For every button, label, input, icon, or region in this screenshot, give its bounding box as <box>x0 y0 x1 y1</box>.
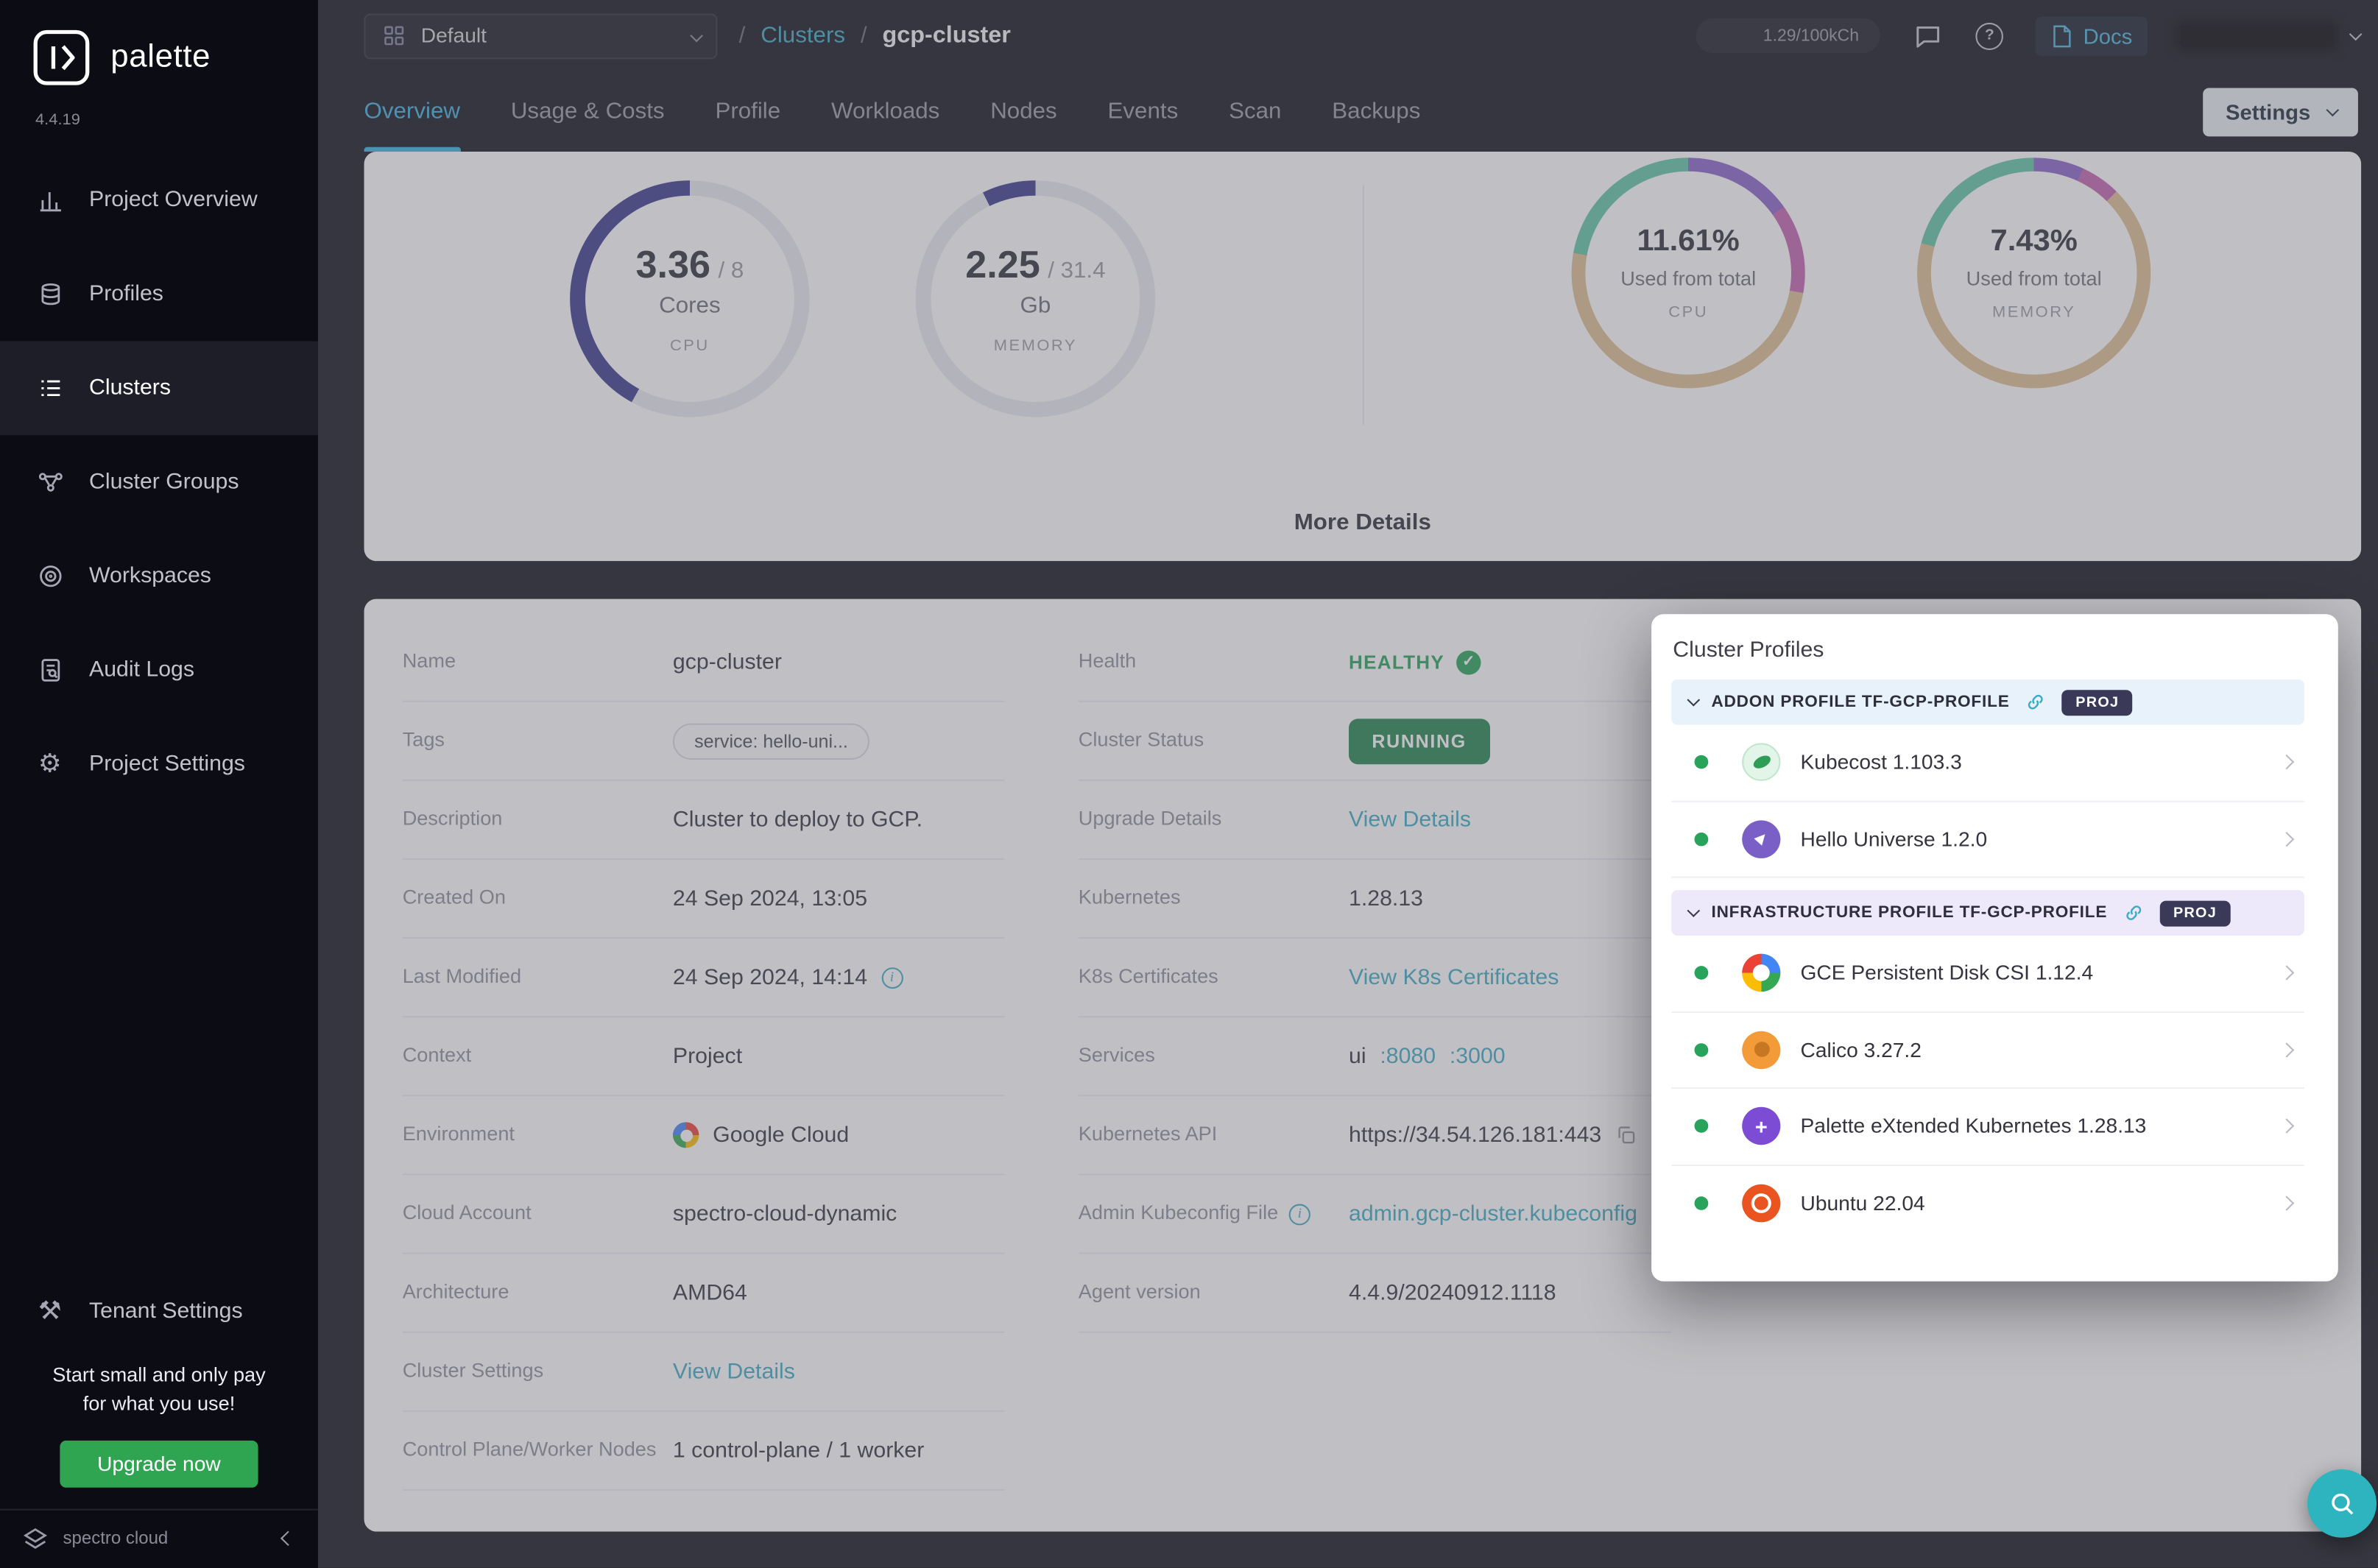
search-fab-button[interactable] <box>2307 1469 2377 1538</box>
sidebar-footer: spectro cloud <box>0 1508 318 1568</box>
profile-layer-kubecost[interactable]: Kubecost 1.103.3 <box>1671 725 2304 802</box>
kubecost-icon <box>1742 743 1781 782</box>
link-icon <box>2028 694 2044 710</box>
proj-scope-badge: PROJ <box>2061 689 2134 716</box>
status-dot-green <box>1694 1119 1709 1134</box>
chevron-right-icon <box>2279 965 2295 981</box>
sidebar-item-label: Project Overview <box>89 188 258 213</box>
bar-chart-icon <box>35 186 65 214</box>
app-root: palette 4.4.19 Project Overview Profiles… <box>0 0 2378 1568</box>
chevron-down-icon <box>1687 904 1701 917</box>
cluster-list-icon <box>35 374 65 403</box>
sidebar-item-project-overview[interactable]: Project Overview <box>0 153 318 247</box>
sidebar-item-label: Clusters <box>89 375 172 400</box>
status-dot-green <box>1694 832 1709 846</box>
sidebar-item-label: Profiles <box>89 282 163 307</box>
sidebar-item-label: Tenant Settings <box>89 1299 243 1324</box>
footer-brand-label: spectro cloud <box>63 1530 169 1549</box>
profile-layer-pxk[interactable]: Palette eXtended Kubernetes 1.28.13 <box>1671 1089 2304 1166</box>
upgrade-promo-text: Start small and only pay for what you us… <box>52 1363 266 1416</box>
sidebar-item-label: Workspaces <box>89 564 211 589</box>
target-icon <box>35 562 65 590</box>
sidebar-item-tenant-settings[interactable]: ⚒ Tenant Settings <box>0 1277 318 1347</box>
profile-layer-gce-csi[interactable]: GCE Persistent Disk CSI 1.12.4 <box>1671 936 2304 1012</box>
sidebar-item-label: Project Settings <box>89 752 245 777</box>
network-nodes-icon <box>35 467 65 496</box>
audit-document-icon <box>35 656 65 685</box>
tools-icon: ⚒ <box>38 1296 62 1327</box>
chevron-right-icon <box>2279 1042 2295 1058</box>
profile-layer-ubuntu[interactable]: Ubuntu 22.04 <box>1671 1165 2304 1242</box>
hello-universe-icon <box>1742 819 1781 858</box>
ubuntu-icon <box>1742 1184 1781 1223</box>
addon-profile-name: ADDON PROFILE TF-GCP-PROFILE <box>1711 693 2010 712</box>
sidebar-item-cluster-groups[interactable]: Cluster Groups <box>0 435 318 529</box>
sidebar-item-workspaces[interactable]: Workspaces <box>0 529 318 624</box>
addon-profile-header[interactable]: ADDON PROFILE TF-GCP-PROFILE PROJ <box>1671 679 2304 725</box>
chevron-right-icon <box>2279 831 2295 847</box>
palette-logo-icon <box>33 29 90 85</box>
cluster-profiles-panel: Cluster Profiles ADDON PROFILE TF-GCP-PR… <box>1651 614 2338 1282</box>
chevron-right-icon <box>2279 1118 2295 1134</box>
chevron-right-icon <box>2279 755 2295 770</box>
status-dot-green <box>1694 1196 1709 1211</box>
spectro-cloud-logo <box>23 1528 48 1549</box>
profile-layer-hello-universe[interactable]: Hello Universe 1.2.0 <box>1671 802 2304 878</box>
gear-icon: ⚙ <box>38 748 62 779</box>
sidebar-item-label: Cluster Groups <box>89 470 239 495</box>
layers-icon <box>35 280 65 308</box>
link-icon <box>2125 905 2141 920</box>
brand-row: palette <box>0 0 318 93</box>
cluster-profiles-title: Cluster Profiles <box>1673 638 1824 663</box>
infrastructure-profile-header[interactable]: INFRASTRUCTURE PROFILE TF-GCP-PROFILE PR… <box>1671 890 2304 936</box>
sidebar-item-profiles[interactable]: Profiles <box>0 247 318 342</box>
calico-icon <box>1742 1031 1781 1069</box>
proj-scope-badge: PROJ <box>2159 900 2231 926</box>
chevron-down-icon <box>1687 693 1701 707</box>
sidebar-item-label: Audit Logs <box>89 657 195 682</box>
gce-persistent-disk-icon <box>1742 954 1781 992</box>
infrastructure-profile-name: INFRASTRUCTURE PROFILE TF-GCP-PROFILE <box>1711 903 2108 922</box>
sidebar-item-audit-logs[interactable]: Audit Logs <box>0 624 318 718</box>
sidebar-item-project-settings[interactable]: ⚙ Project Settings <box>0 717 318 811</box>
status-dot-green <box>1694 966 1709 981</box>
app-version: 4.4.19 <box>35 110 80 130</box>
status-dot-green <box>1694 755 1709 769</box>
sidebar-collapse-button[interactable] <box>280 1530 296 1548</box>
chevron-right-icon <box>2279 1196 2295 1212</box>
upgrade-now-button[interactable]: Upgrade now <box>60 1440 258 1488</box>
search-icon <box>2331 1492 2353 1514</box>
sidebar: palette 4.4.19 Project Overview Profiles… <box>0 0 318 1568</box>
status-dot-green <box>1694 1042 1709 1057</box>
brand-name: palette <box>110 39 211 74</box>
profile-layer-calico[interactable]: Calico 3.27.2 <box>1671 1012 2304 1090</box>
sidebar-item-clusters[interactable]: Clusters <box>0 341 318 436</box>
palette-kubernetes-icon <box>1742 1107 1781 1145</box>
